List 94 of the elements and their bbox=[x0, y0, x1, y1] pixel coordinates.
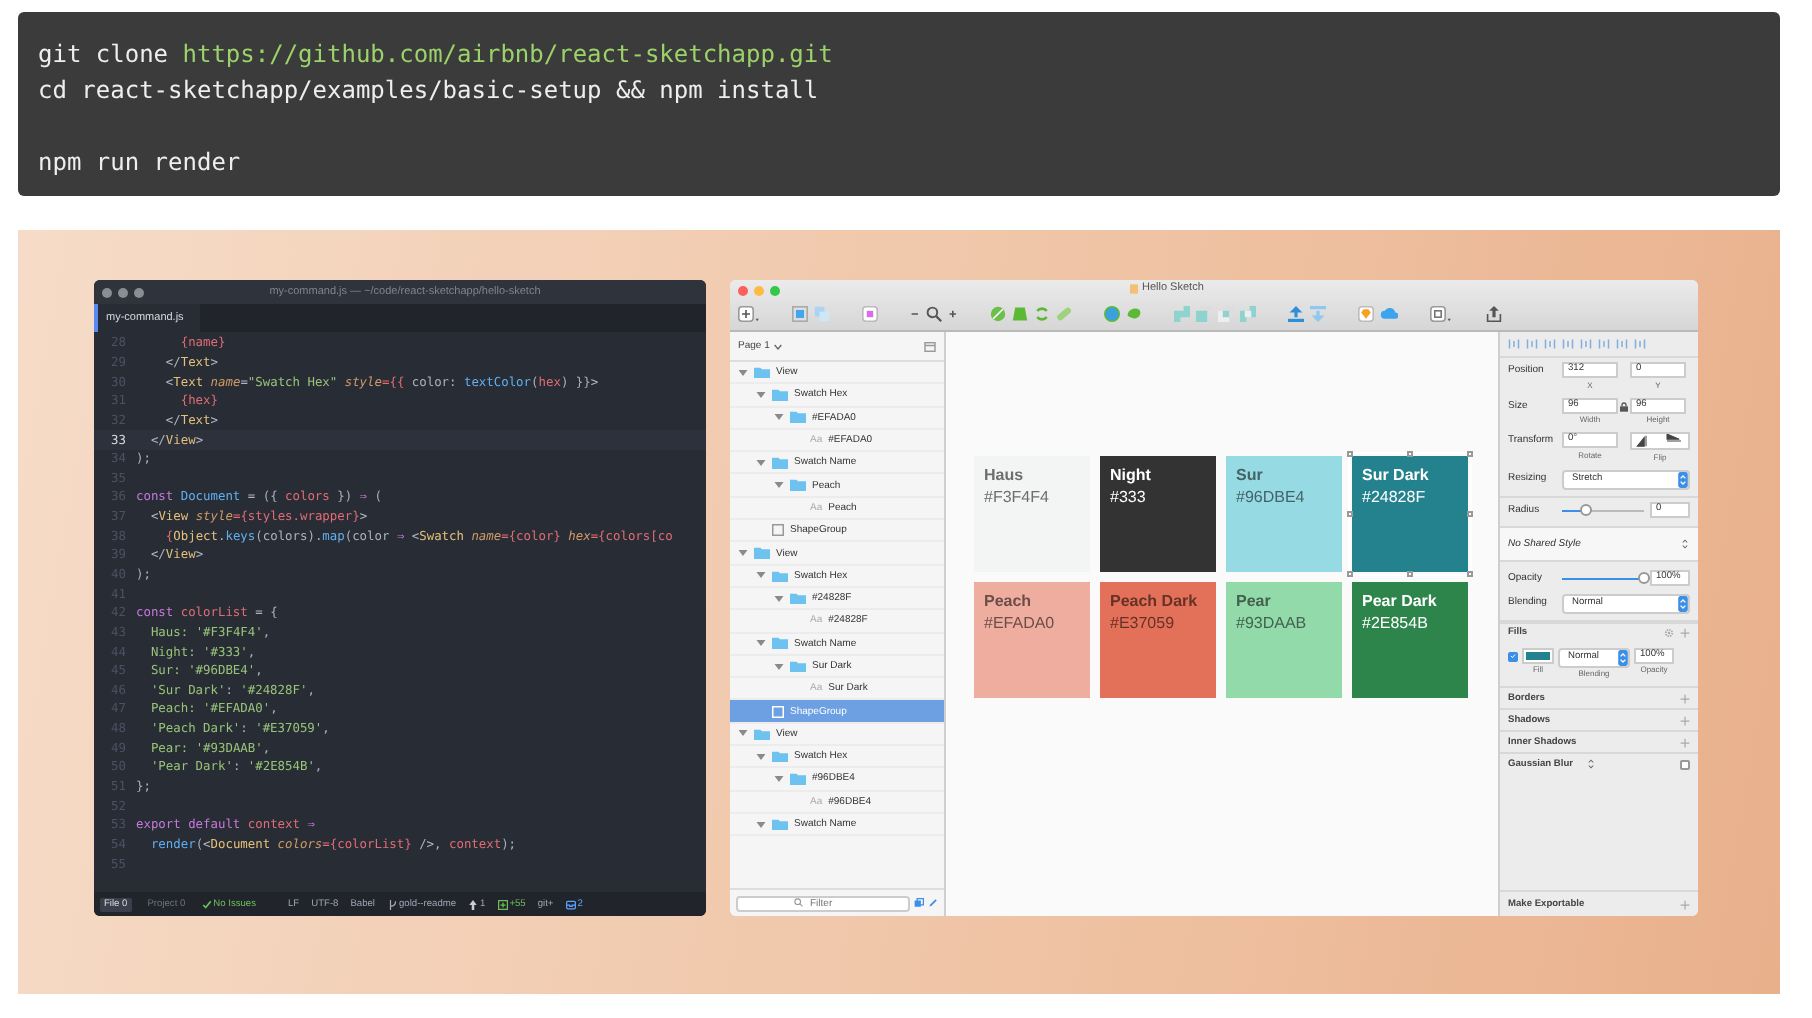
close-icon[interactable] bbox=[738, 286, 748, 296]
difference-icon[interactable] bbox=[1239, 306, 1256, 322]
disclosure-triangle-icon[interactable] bbox=[756, 572, 766, 579]
color-swatch[interactable]: Peach #EFADA0 bbox=[974, 582, 1090, 698]
color-swatch[interactable]: Night #333 bbox=[1100, 456, 1216, 572]
gem-icon[interactable] bbox=[1357, 306, 1374, 322]
swatch-name: Peach bbox=[984, 592, 1034, 610]
swatch-name: Peach Dark bbox=[1110, 592, 1200, 610]
command-line: cd react-sketchapp/examples/basic-setup && npm install bbox=[38, 76, 819, 104]
rotate-icon[interactable] bbox=[1033, 306, 1050, 322]
stepper-icon bbox=[1678, 595, 1688, 611]
resize-handle[interactable] bbox=[1407, 451, 1413, 457]
command-line: npm run render bbox=[38, 148, 241, 176]
swatch-hex: #EFADA0 bbox=[984, 614, 1057, 632]
inbox-icon bbox=[565, 899, 576, 909]
swatch-hex: #96DBE4 bbox=[1236, 488, 1307, 506]
resize-handle[interactable] bbox=[1467, 571, 1473, 577]
disclosure-triangle-icon[interactable] bbox=[756, 640, 766, 647]
disclosure-triangle-icon[interactable] bbox=[774, 595, 784, 602]
disclosure-triangle-icon[interactable] bbox=[738, 730, 748, 737]
resize-handle[interactable] bbox=[1347, 451, 1353, 457]
disclosure-triangle-icon[interactable] bbox=[738, 550, 748, 557]
search-icon bbox=[794, 898, 803, 908]
gear-icon[interactable] bbox=[1664, 628, 1674, 638]
disclosure-triangle-icon[interactable] bbox=[756, 459, 766, 466]
plus-icon[interactable] bbox=[738, 306, 761, 322]
trapezoid-icon[interactable] bbox=[1011, 306, 1028, 322]
up-down-arrows-icon[interactable] bbox=[1588, 758, 1594, 770]
command-line: git clone https://github.com/airbnb/react-sketchapp.git bbox=[38, 40, 833, 68]
blob-icon[interactable] bbox=[1125, 306, 1142, 322]
color-swatch[interactable]: Pear Dark #2E854B bbox=[1352, 582, 1468, 698]
disclosure-triangle-icon[interactable] bbox=[738, 369, 748, 376]
swatch-name: Haus bbox=[984, 466, 1026, 484]
resize-handle[interactable] bbox=[1347, 571, 1353, 577]
upload-icon[interactable] bbox=[1287, 306, 1304, 322]
share-icon[interactable] bbox=[1485, 306, 1502, 322]
check-icon bbox=[1510, 652, 1516, 660]
square-icon bbox=[772, 524, 784, 537]
disclosure-triangle-icon[interactable] bbox=[774, 414, 784, 421]
plus-box-icon bbox=[497, 899, 508, 909]
cloud-icon[interactable] bbox=[1379, 306, 1399, 322]
pencil-icon[interactable] bbox=[928, 898, 938, 908]
caret-icon bbox=[773, 343, 782, 349]
intersect-icon[interactable] bbox=[1217, 306, 1234, 322]
resize-handle[interactable] bbox=[1467, 511, 1473, 517]
view-icon[interactable] bbox=[1430, 306, 1454, 322]
color-swatch[interactable]: Haus #F3F4F4 bbox=[974, 456, 1090, 572]
document-icon bbox=[1130, 283, 1138, 293]
checkbox[interactable] bbox=[1680, 759, 1690, 769]
group-icon[interactable] bbox=[792, 306, 809, 322]
branch-icon bbox=[387, 899, 397, 909]
swatch-name: Pear Dark bbox=[1362, 592, 1439, 610]
swatch-hex: #E37059 bbox=[1110, 614, 1177, 632]
leaf-icon[interactable] bbox=[989, 306, 1006, 322]
slider-thumb[interactable] bbox=[1638, 572, 1650, 584]
square-icon bbox=[772, 705, 784, 718]
symbol-icon[interactable] bbox=[862, 306, 879, 322]
disclosure-triangle-icon[interactable] bbox=[756, 821, 766, 828]
stepper-icon bbox=[1618, 649, 1628, 665]
swatch-hex: #24828F bbox=[1362, 488, 1428, 506]
zoom-in-icon[interactable] bbox=[947, 306, 958, 322]
folder-icon bbox=[772, 817, 788, 831]
swatch-hex: #2E854B bbox=[1362, 614, 1430, 632]
circle-icon[interactable] bbox=[1103, 306, 1120, 322]
resize-handle[interactable] bbox=[1347, 511, 1353, 517]
swatch-name: Pear bbox=[1236, 592, 1273, 610]
disclosure-triangle-icon[interactable] bbox=[756, 753, 766, 760]
disclosure-triangle-icon[interactable] bbox=[774, 775, 784, 782]
resize-handle[interactable] bbox=[1467, 451, 1473, 457]
swatch-hex: #93DAAB bbox=[1236, 614, 1309, 632]
panel-icon[interactable] bbox=[924, 341, 936, 351]
up-arrow-icon bbox=[468, 899, 479, 909]
lock-icon[interactable] bbox=[1620, 401, 1628, 411]
layers-filter-icon[interactable] bbox=[914, 898, 924, 908]
swatch-name: Night bbox=[1110, 466, 1153, 484]
color-swatch[interactable]: Sur Dark #24828F bbox=[1352, 456, 1468, 572]
resize-handle[interactable] bbox=[1407, 571, 1413, 577]
slider-thumb[interactable] bbox=[1580, 504, 1593, 516]
disclosure-triangle-icon[interactable] bbox=[774, 482, 784, 489]
disclosure-triangle-icon[interactable] bbox=[756, 391, 766, 398]
swatch-hex: #F3F4F4 bbox=[984, 488, 1051, 506]
swatch-hex: #333 bbox=[1110, 488, 1148, 506]
checkbox[interactable] bbox=[1508, 651, 1518, 661]
fill-color-well[interactable] bbox=[1522, 647, 1554, 663]
check-icon bbox=[201, 899, 212, 909]
maximize-icon[interactable] bbox=[770, 286, 780, 296]
color-swatch[interactable]: Sur #96DBE4 bbox=[1226, 456, 1342, 572]
disclosure-triangle-icon[interactable] bbox=[774, 663, 784, 669]
color-swatch[interactable]: Pear #93DAAB bbox=[1226, 582, 1342, 698]
up-down-arrows-icon bbox=[1682, 537, 1688, 549]
swatch-name: Sur bbox=[1236, 466, 1265, 484]
swatch-name: Sur Dark bbox=[1362, 466, 1431, 484]
stepper-icon bbox=[1678, 471, 1688, 487]
search-icon[interactable] bbox=[925, 306, 942, 322]
